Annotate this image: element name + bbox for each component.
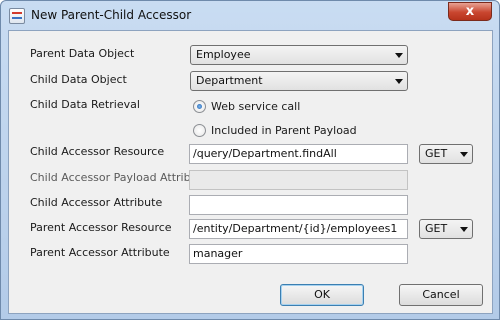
radio-web-service-call-label: Web service call bbox=[211, 100, 301, 113]
child-accessor-resource-input[interactable]: /query/Department.findAll bbox=[189, 144, 408, 164]
parent-accessor-resource-label: Parent Accessor Resource bbox=[30, 221, 172, 234]
child-data-object-label: Child Data Object bbox=[30, 73, 127, 86]
chevron-down-icon bbox=[395, 53, 403, 58]
child-accessor-payload-attribute-label: Child Accessor Payload Attribute bbox=[30, 171, 209, 184]
child-accessor-resource-label: Child Accessor Resource bbox=[30, 145, 165, 158]
parent-data-object-value: Employee bbox=[196, 48, 251, 61]
child-data-retrieval-label: Child Data Retrieval bbox=[30, 98, 140, 111]
close-button[interactable]: x bbox=[448, 2, 492, 21]
dialog-content: Parent Data Object Employee Child Data O… bbox=[8, 30, 493, 314]
parent-accessor-attribute-label: Parent Accessor Attribute bbox=[30, 246, 170, 259]
close-icon: x bbox=[465, 4, 475, 19]
parent-data-object-label: Parent Data Object bbox=[30, 47, 135, 60]
cancel-button[interactable]: Cancel bbox=[399, 284, 483, 306]
radio-included-in-parent-payload-label: Included in Parent Payload bbox=[211, 124, 357, 137]
radio-button-checked[interactable] bbox=[193, 100, 206, 113]
radio-button-unchecked[interactable] bbox=[193, 124, 206, 137]
parent-accessor-method-value: GET bbox=[425, 222, 448, 235]
chevron-down-icon bbox=[395, 79, 403, 84]
window-title: New Parent-Child Accessor bbox=[31, 8, 192, 22]
child-accessor-attribute-input[interactable] bbox=[189, 195, 408, 215]
ok-button[interactable]: OK bbox=[280, 284, 364, 306]
dialog-window: New Parent-Child Accessor x Parent Data … bbox=[0, 0, 500, 320]
parent-accessor-method-dropdown[interactable]: GET bbox=[419, 219, 473, 239]
title-bar[interactable]: New Parent-Child Accessor x bbox=[1, 1, 499, 29]
child-accessor-payload-attribute-input bbox=[189, 170, 408, 190]
chevron-down-icon bbox=[460, 227, 468, 232]
child-accessor-method-dropdown[interactable]: GET bbox=[419, 144, 473, 164]
child-accessor-attribute-label: Child Accessor Attribute bbox=[30, 196, 163, 209]
chevron-down-icon bbox=[460, 152, 468, 157]
child-data-object-dropdown[interactable]: Department bbox=[190, 71, 408, 91]
parent-accessor-resource-input[interactable]: /entity/Department/{id}/employees1 bbox=[189, 219, 408, 239]
parent-data-object-dropdown[interactable]: Employee bbox=[190, 45, 408, 65]
child-data-object-value: Department bbox=[196, 74, 263, 87]
parent-accessor-attribute-input[interactable]: manager bbox=[189, 244, 408, 264]
child-accessor-method-value: GET bbox=[425, 147, 448, 160]
app-window-icon bbox=[9, 8, 25, 24]
